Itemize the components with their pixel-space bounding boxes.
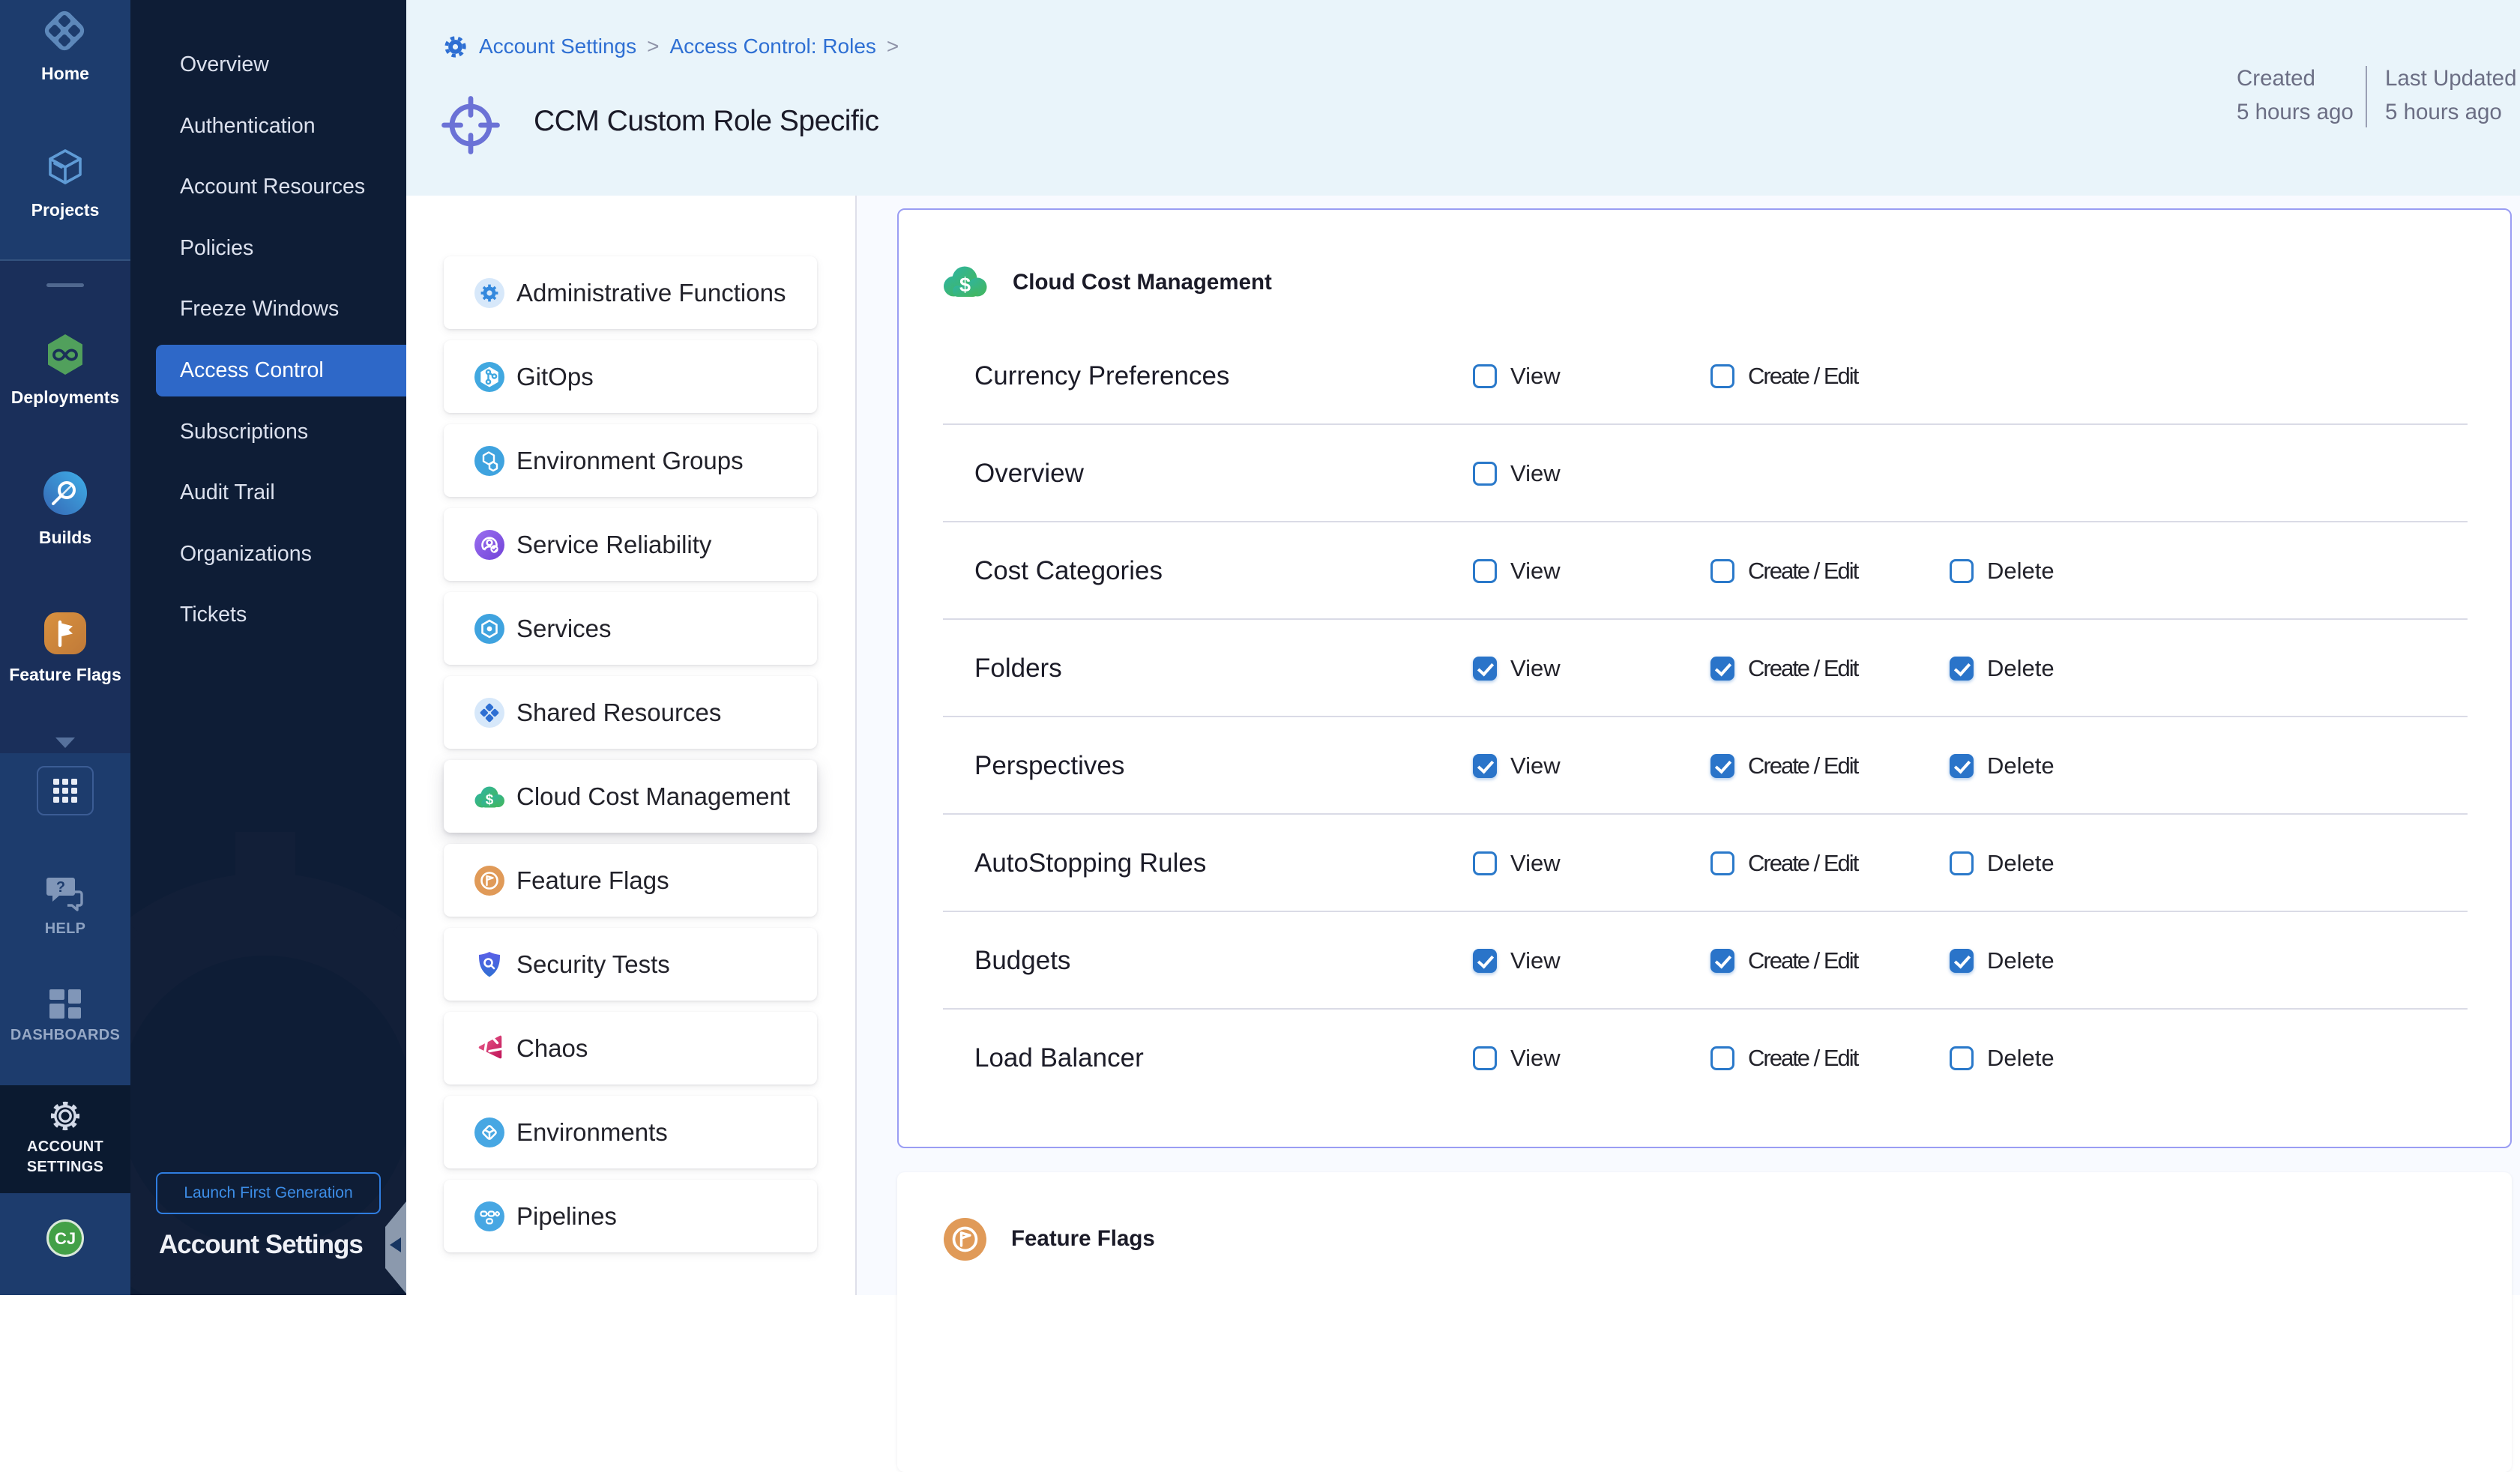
svg-text:$: $ bbox=[959, 274, 971, 296]
svg-text:?: ? bbox=[56, 879, 65, 896]
svg-text:$: $ bbox=[486, 792, 494, 808]
